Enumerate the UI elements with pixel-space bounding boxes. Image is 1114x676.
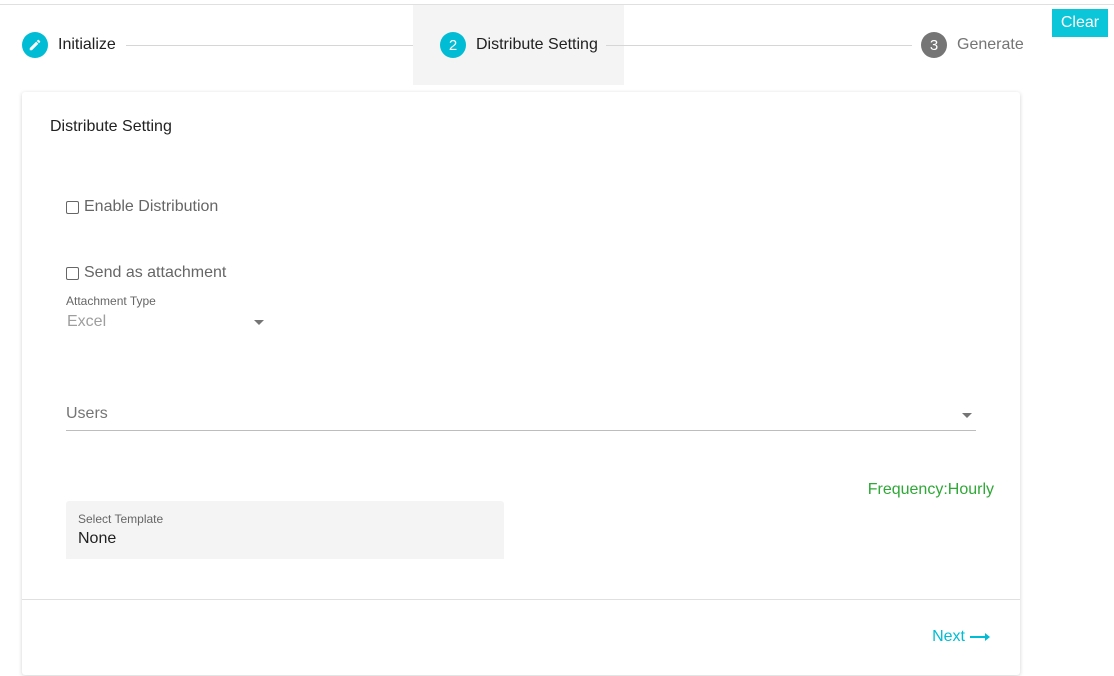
frequency-text: Frequency:Hourly [867, 481, 994, 498]
arrow-right-icon [970, 633, 990, 641]
checkbox-box[interactable] [66, 266, 79, 280]
users-select[interactable]: Users [66, 402, 976, 430]
select-template-label: Select Template [78, 512, 164, 526]
users-placeholder: Users [66, 405, 108, 422]
step-label: Initialize [58, 36, 116, 53]
users-underline [66, 430, 976, 431]
pencil-icon [22, 32, 48, 58]
attachment-type-label: Attachment Type [66, 294, 156, 308]
checkbox-label: Send as attachment [84, 264, 227, 281]
step-distribute-setting[interactable]: 2 Distribute Setting [413, 5, 624, 85]
card-footer-divider [22, 599, 1020, 600]
step-label: Generate [957, 36, 1024, 53]
attachment-type-select[interactable]: Excel [66, 310, 266, 334]
step-label: Distribute Setting [476, 36, 598, 53]
step-number-badge: 2 [440, 32, 466, 58]
step-connector [606, 45, 912, 46]
step-initialize[interactable]: Initialize [22, 5, 116, 85]
next-label: Next [932, 628, 965, 645]
step-connector [126, 45, 430, 46]
chevron-down-icon [962, 413, 972, 418]
select-template-value: None [78, 530, 117, 547]
stepper: Initialize 2 Distribute Setting 3 Genera… [0, 5, 1040, 85]
send-as-attachment-checkbox[interactable]: Send as attachment [66, 264, 226, 282]
chevron-down-icon [254, 320, 264, 325]
enable-distribution-checkbox[interactable]: Enable Distribution [66, 198, 218, 216]
card-title: Distribute Setting [50, 118, 172, 135]
step-number-badge: 3 [921, 32, 947, 58]
step-generate[interactable]: 3 Generate [921, 5, 1024, 85]
select-template-field[interactable]: Select Template None [66, 501, 504, 559]
checkbox-box[interactable] [66, 200, 79, 214]
checkbox-label: Enable Distribution [84, 198, 219, 215]
next-button[interactable]: Next [932, 628, 990, 646]
distribute-setting-card: Distribute Setting Enable Distribution S… [22, 92, 1020, 675]
clear-button[interactable]: Clear [1052, 9, 1108, 37]
attachment-type-value: Excel [67, 313, 107, 330]
